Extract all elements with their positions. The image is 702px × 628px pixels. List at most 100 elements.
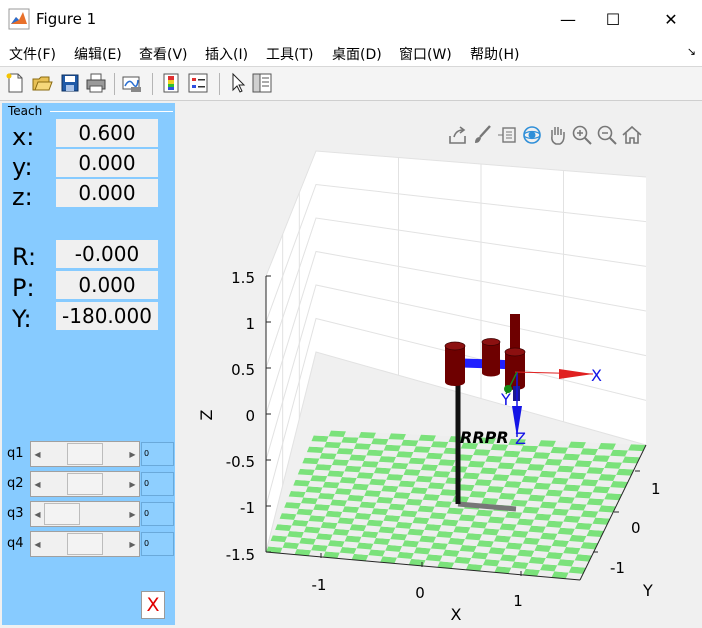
floor-tile	[413, 547, 431, 555]
slider-right-arrow-icon[interactable]: ▶	[126, 442, 139, 466]
floor-tile	[346, 460, 364, 467]
menu-edit[interactable]: 编辑(E)	[74, 44, 122, 64]
floor-tile	[368, 444, 387, 451]
menu-file[interactable]: 文件(F)	[9, 44, 56, 64]
slider-left-arrow-icon[interactable]: ◀	[31, 442, 44, 466]
floor-tile	[428, 548, 446, 556]
new-figure-icon[interactable]	[4, 72, 26, 94]
slider-left-arrow-icon[interactable]: ◀	[31, 472, 44, 496]
floor-tile	[401, 439, 419, 447]
floor-tile	[525, 531, 543, 539]
joint-q3-slider[interactable]: ◀ ▶	[30, 501, 140, 527]
floor-tile	[583, 473, 602, 481]
floor-tile	[610, 449, 629, 457]
floor-tile	[411, 553, 429, 561]
joint-q1-value[interactable]: 0	[141, 442, 174, 466]
floor-tile	[405, 498, 423, 506]
joint-q4-slider[interactable]: ◀ ▶	[30, 531, 140, 557]
robot-3d-axes[interactable]: X Y Z RRPR 1.5 1 0.5 0 -0.5 -1 -1.5 -1 0…	[175, 102, 702, 628]
floor-tile	[566, 540, 584, 549]
floor-tile	[371, 508, 389, 516]
minimize-button[interactable]: —	[545, 0, 591, 38]
slider-thumb[interactable]	[44, 503, 80, 525]
slider-thumb[interactable]	[67, 473, 103, 495]
floor-tile	[327, 505, 345, 512]
close-button[interactable]: ✕	[648, 0, 694, 38]
floor-tile	[545, 520, 564, 528]
floor-tile	[306, 446, 325, 453]
menu-window[interactable]: 窗口(W)	[399, 44, 452, 64]
slider-right-arrow-icon[interactable]: ▶	[126, 472, 139, 496]
slider-left-arrow-icon[interactable]: ◀	[31, 532, 44, 556]
floor-tile	[277, 518, 295, 526]
z-tick-label: 0	[245, 407, 255, 425]
menu-desktop[interactable]: 桌面(D)	[332, 44, 382, 64]
floor-tile	[444, 513, 462, 521]
floor-tile	[557, 559, 575, 567]
floor-tile	[577, 454, 596, 462]
floor-tile	[474, 479, 493, 487]
quit-button[interactable]: X	[141, 591, 165, 619]
floor-tile	[400, 510, 418, 518]
floor-tile	[607, 455, 626, 463]
figure-toolbar	[0, 67, 702, 101]
pose-z-value: 0.000	[56, 179, 158, 207]
floor-tile	[502, 517, 520, 525]
floor-tile	[500, 456, 518, 464]
floor-tile	[568, 472, 587, 480]
floor-tile	[403, 434, 421, 441]
pose-roll-value: -0.000	[56, 240, 158, 268]
slider-right-arrow-icon[interactable]: ▶	[126, 532, 139, 556]
slider-thumb[interactable]	[67, 533, 103, 555]
insert-legend-icon[interactable]	[187, 72, 209, 94]
floor-tile	[393, 492, 411, 499]
slider-left-arrow-icon[interactable]: ◀	[31, 502, 44, 526]
floor-tile	[483, 491, 502, 499]
pose-y-label: y:	[12, 153, 33, 181]
joint-q4-value[interactable]: 0	[141, 532, 174, 556]
floor-tile	[395, 486, 414, 494]
link-plot-icon[interactable]	[121, 72, 143, 94]
open-file-icon[interactable]	[31, 72, 53, 94]
floor-tile	[545, 551, 564, 560]
menu-dock-arrow-icon[interactable]: ↘	[687, 45, 696, 58]
slider-right-arrow-icon[interactable]: ▶	[126, 502, 139, 526]
floor-tile	[385, 509, 404, 517]
floor-tile	[494, 468, 513, 476]
floor-tile	[349, 489, 367, 496]
menu-view[interactable]: 查看(V)	[139, 44, 188, 64]
floor-tile	[592, 486, 611, 494]
floor-tile	[505, 511, 523, 519]
floor-tile	[305, 486, 323, 493]
floor-tile	[598, 442, 616, 450]
property-inspector-icon[interactable]	[251, 72, 273, 94]
menu-tools[interactable]: 工具(T)	[266, 44, 313, 64]
maximize-button[interactable]: ☐	[590, 0, 636, 38]
menu-insert[interactable]: 插入(I)	[205, 44, 248, 64]
floor-tile	[505, 542, 523, 550]
edit-plot-icon[interactable]	[227, 72, 249, 94]
slider-thumb[interactable]	[67, 443, 103, 465]
floor-tile	[495, 498, 514, 506]
save-icon[interactable]	[59, 72, 81, 94]
floor-tile	[310, 509, 328, 517]
floor-tile	[342, 541, 360, 549]
joint-q1-slider[interactable]: ◀ ▶	[30, 441, 140, 467]
print-icon[interactable]	[85, 72, 107, 94]
floor-tile	[586, 498, 605, 506]
floor-tile	[332, 493, 350, 501]
joint-q2-value[interactable]: 0	[141, 472, 174, 496]
floor-tile	[301, 532, 319, 539]
joint-q3-value[interactable]: 0	[141, 502, 174, 526]
floor-tile	[465, 533, 483, 541]
floor-tile	[437, 494, 455, 502]
floor-tile	[419, 535, 437, 543]
floor-tile	[434, 500, 452, 508]
floor-tile	[522, 537, 541, 545]
menu-help[interactable]: 帮助(H)	[470, 44, 519, 64]
floor-tile	[519, 543, 538, 551]
floor-tile	[539, 470, 557, 478]
floor-tile	[499, 554, 518, 562]
insert-colorbar-icon[interactable]	[160, 72, 182, 94]
joint-q2-slider[interactable]: ◀ ▶	[30, 471, 140, 497]
